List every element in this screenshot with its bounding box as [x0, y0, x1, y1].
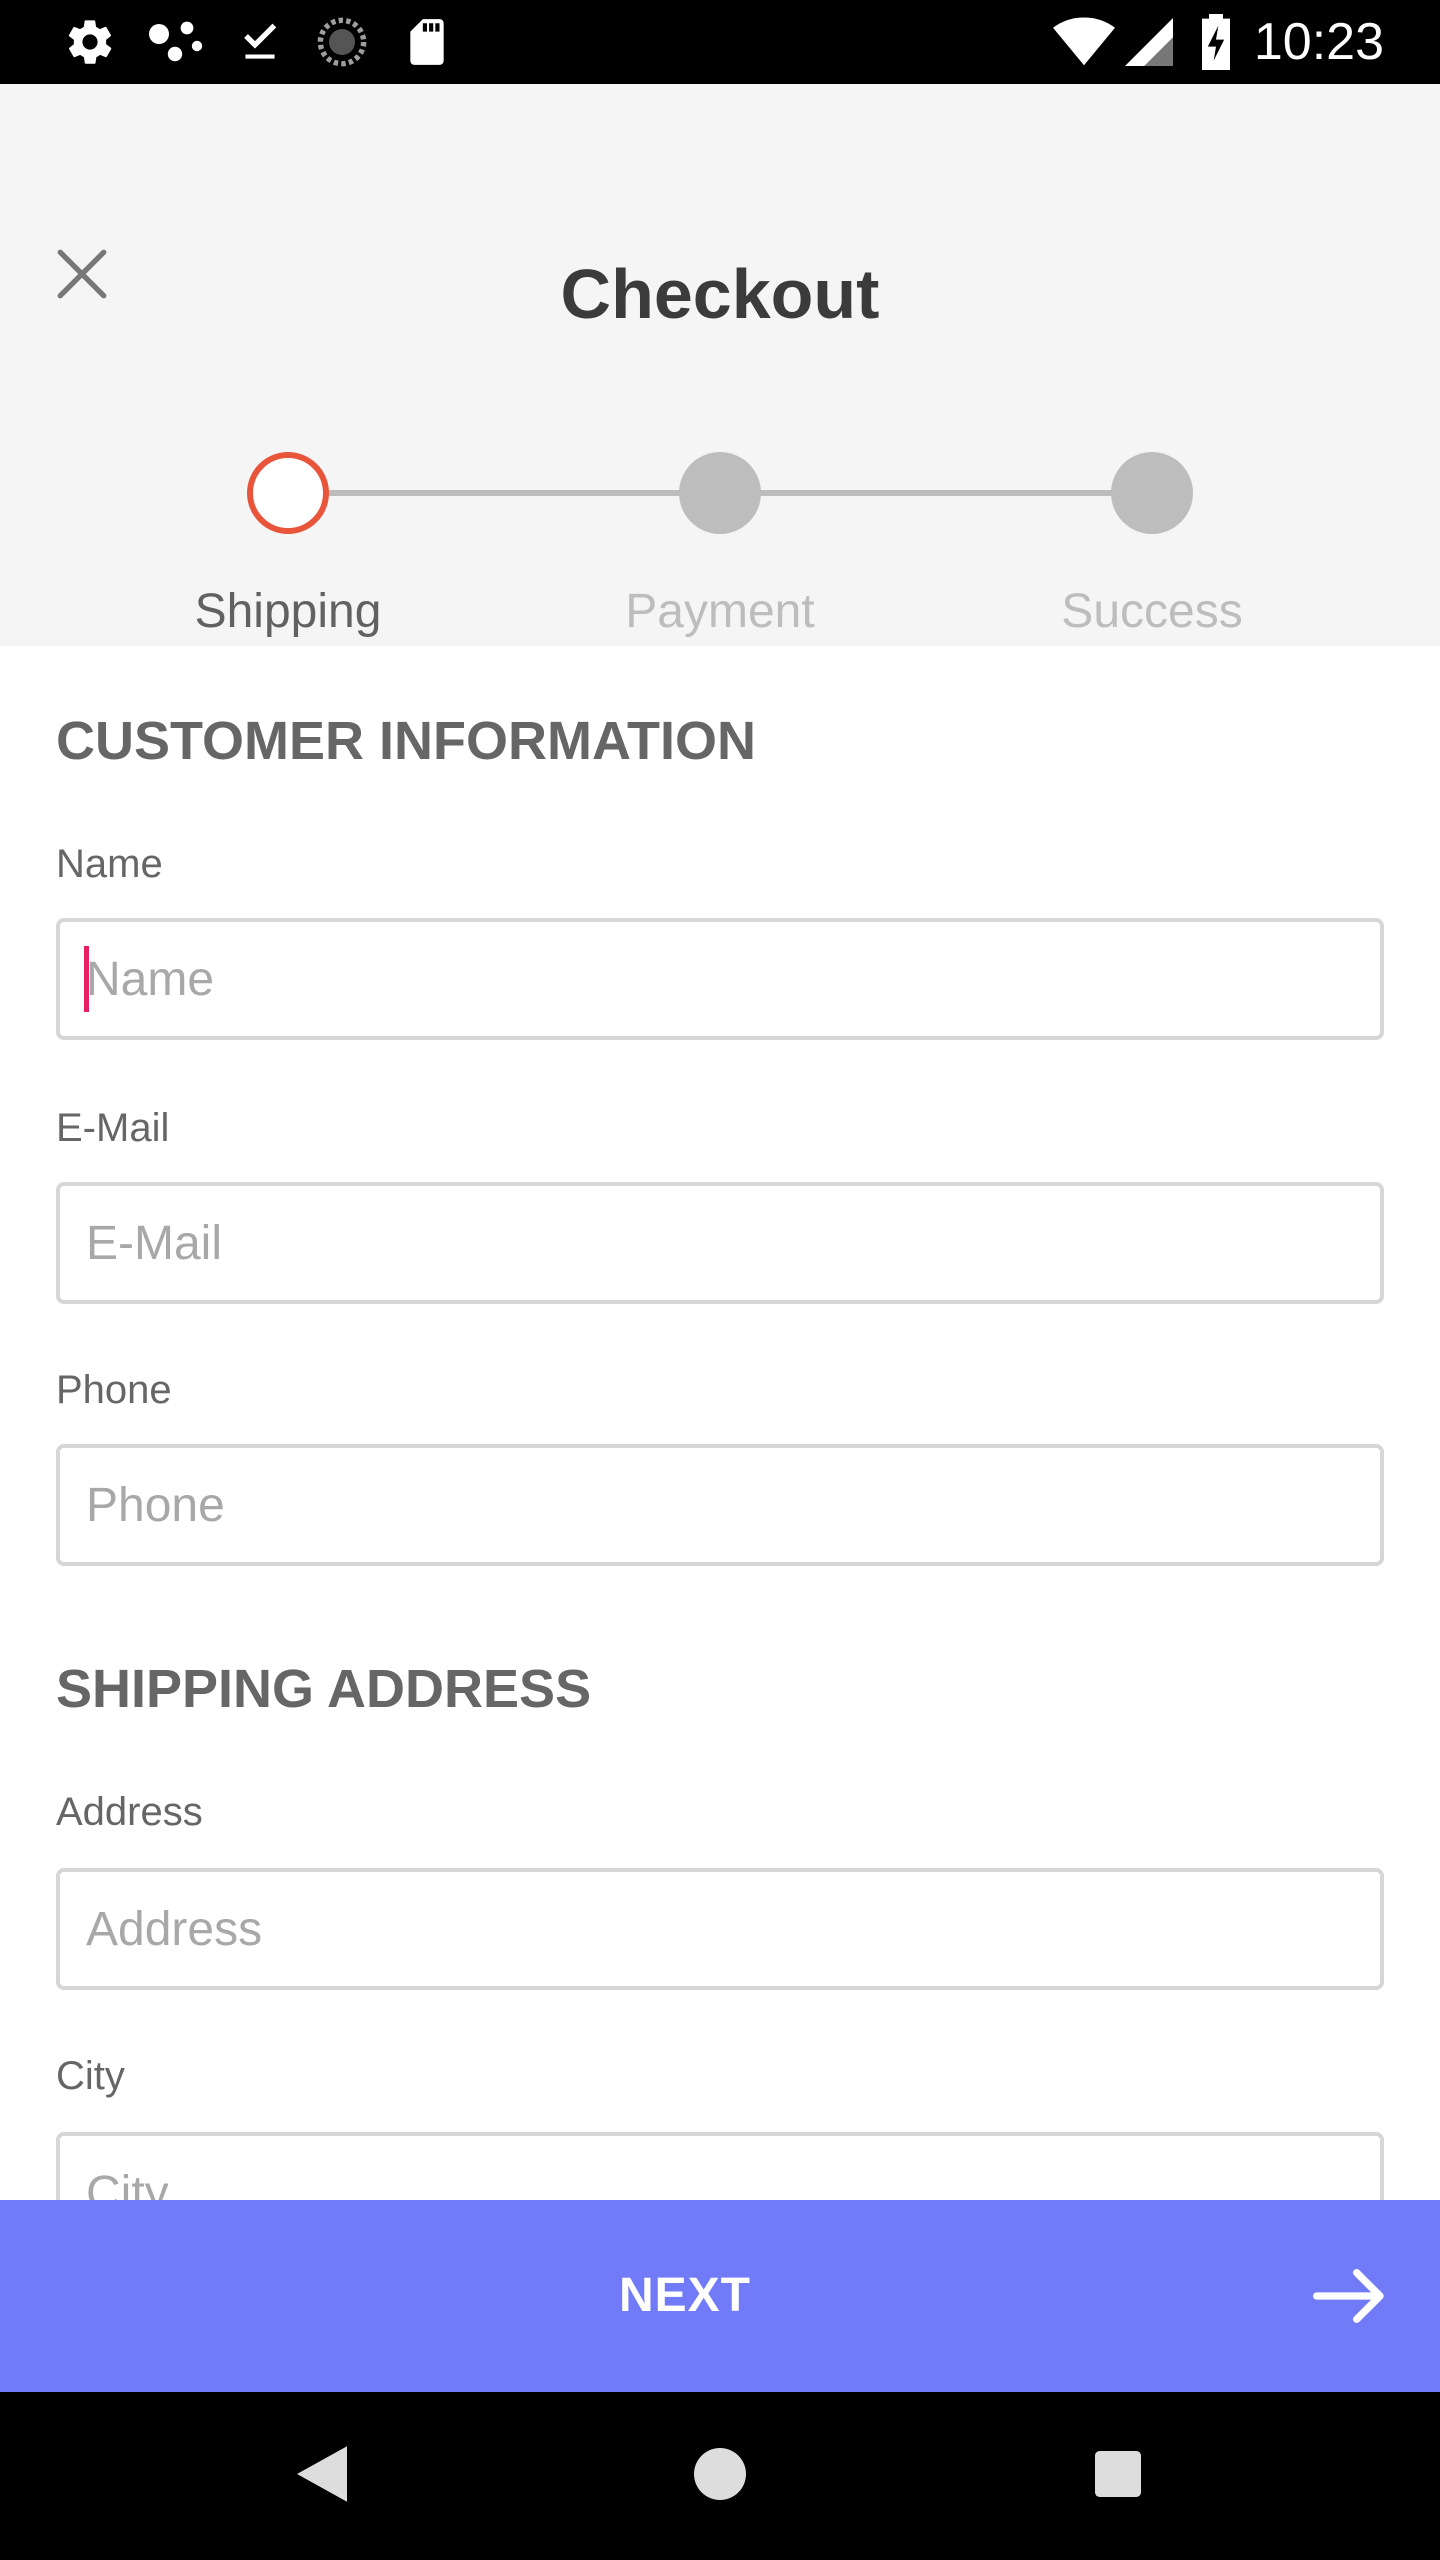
step-shipping-label: Shipping — [194, 585, 382, 638]
signal-icon — [1124, 14, 1174, 70]
home-icon — [694, 2447, 746, 2505]
dots-icon — [146, 14, 206, 70]
settings-icon — [62, 14, 118, 70]
checkout-header: Checkout Shipping Payment Success — [0, 84, 1440, 646]
recents-icon — [1095, 2450, 1141, 2502]
step-payment-indicator — [679, 452, 761, 534]
back-button[interactable] — [282, 2436, 362, 2516]
next-button-label: NEXT — [618, 2269, 751, 2322]
email-field[interactable] — [56, 1182, 1384, 1304]
email-label: E-Mail — [56, 1106, 170, 1150]
phone-label: Phone — [56, 1368, 172, 1412]
name-label: Name — [56, 842, 163, 886]
phone-field[interactable] — [56, 1444, 1384, 1566]
step-connector — [328, 490, 680, 496]
download-done-icon — [234, 14, 286, 70]
address-label: Address — [56, 1790, 203, 1834]
step-shipping-indicator — [247, 452, 329, 534]
checkout-stepper: Shipping Payment Success — [0, 364, 1440, 638]
page-title: Checkout — [560, 255, 880, 333]
back-icon — [297, 2445, 347, 2507]
wifi-icon — [1052, 14, 1116, 70]
status-time: 10:23 — [1253, 13, 1384, 71]
text-cursor — [84, 946, 89, 1012]
step-connector — [760, 490, 1112, 496]
step-payment-label: Payment — [625, 585, 815, 638]
name-field[interactable] — [56, 918, 1384, 1040]
sync-icon — [314, 14, 370, 70]
city-field[interactable] — [56, 2132, 1384, 2200]
home-button[interactable] — [680, 2436, 760, 2516]
recents-button[interactable] — [1078, 2436, 1158, 2516]
sd-card-icon — [402, 14, 452, 70]
battery-charging-icon — [1196, 14, 1236, 70]
customer-section-title: CUSTOMER INFORMATION — [56, 711, 756, 771]
shipping-section-title: SHIPPING ADDRESS — [56, 1659, 592, 1719]
city-label: City — [56, 2054, 125, 2098]
step-success-indicator — [1111, 452, 1193, 534]
next-button[interactable]: NEXT — [0, 2200, 1440, 2392]
step-success-label: Success — [1061, 585, 1243, 638]
address-field[interactable] — [56, 1868, 1384, 1990]
arrow-right-icon — [1310, 2256, 1390, 2336]
status-bar: 10:23 — [0, 0, 1440, 84]
system-nav-bar — [0, 2392, 1440, 2560]
checkout-form: CUSTOMER INFORMATION Name E-Mail Phone S… — [0, 646, 1440, 2200]
